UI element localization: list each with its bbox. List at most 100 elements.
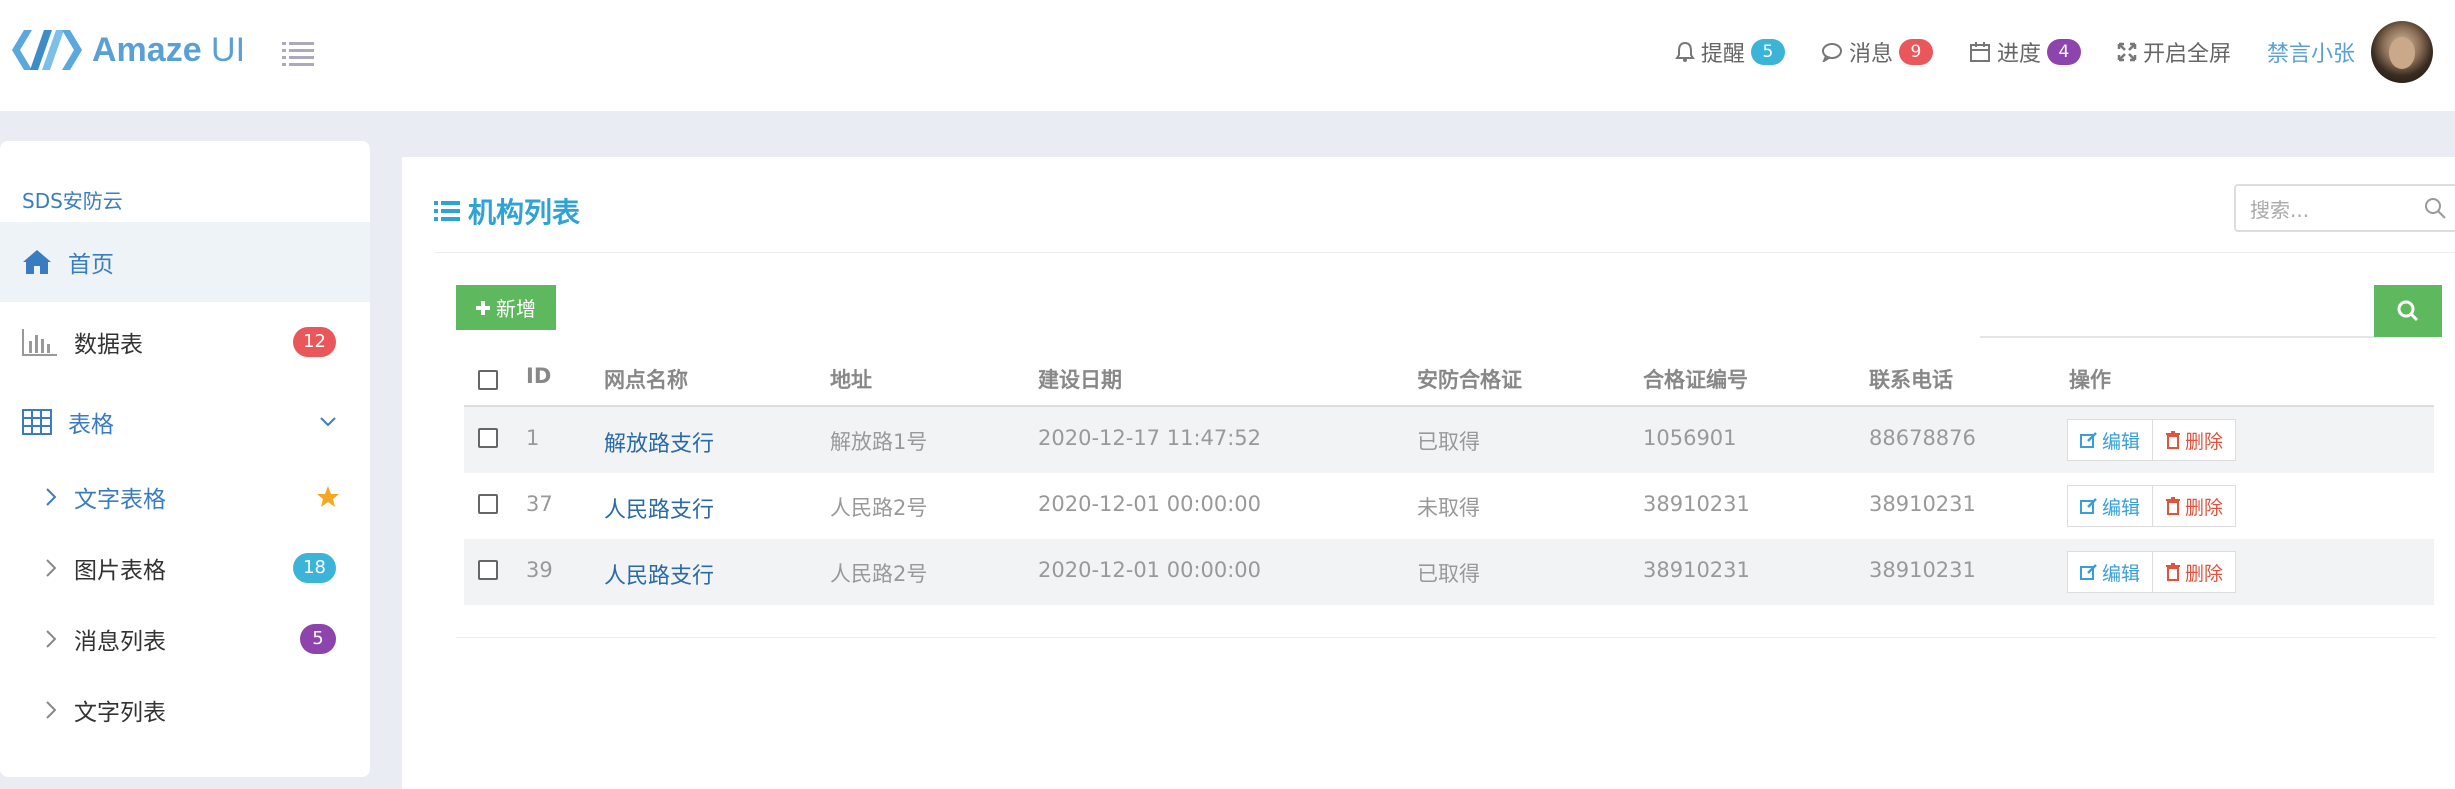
col-header-name[interactable]: 网点名称 bbox=[604, 364, 688, 394]
sidebar-item-image-table[interactable]: 图片表格 18 bbox=[0, 532, 370, 604]
chevron-right-icon bbox=[46, 630, 56, 648]
row-checkbox[interactable] bbox=[478, 494, 498, 514]
user-name[interactable]: 禁言小张 bbox=[2267, 36, 2355, 68]
reminders-badge: 5 bbox=[1750, 39, 1785, 65]
edit-label: 编辑 bbox=[2102, 496, 2141, 519]
edit-button[interactable]: 编辑 bbox=[2067, 485, 2154, 527]
chevron-down-icon bbox=[320, 417, 336, 427]
row-actions: 编辑 删除 bbox=[2067, 551, 2237, 593]
delete-button[interactable]: 删除 bbox=[2153, 485, 2237, 527]
sidebar-item-label: 表格 bbox=[68, 412, 114, 438]
avatar[interactable] bbox=[2371, 21, 2433, 83]
sidebar-item-label: 文字列表 bbox=[74, 700, 166, 726]
cell-name-link[interactable]: 解放路支行 bbox=[604, 426, 714, 458]
calendar-icon bbox=[1969, 42, 1990, 62]
row-actions: 编辑 删除 bbox=[2067, 419, 2237, 461]
star-icon bbox=[317, 486, 339, 507]
nav-fullscreen[interactable]: 开启全屏 bbox=[2117, 36, 2231, 68]
top-search-input[interactable]: 搜索... bbox=[2234, 184, 2455, 232]
messages-badge: 9 bbox=[1898, 39, 1933, 65]
table-row: 37 人民路支行 人民路2号 2020-12-01 00:00:00 未取得 3… bbox=[464, 473, 2434, 539]
page-title-text: 机构列表 bbox=[468, 196, 581, 229]
nav-fullscreen-label: 开启全屏 bbox=[2142, 42, 2231, 67]
page-title: 机构列表 bbox=[434, 191, 580, 231]
nav-progress[interactable]: 进度 4 bbox=[1969, 36, 2081, 68]
cell-cert-no: 38910231 bbox=[1643, 558, 1750, 582]
app-logo[interactable]: Amaze UI bbox=[12, 26, 245, 74]
cell-name-link[interactable]: 人民路支行 bbox=[604, 492, 714, 524]
sidebar-item-label: 消息列表 bbox=[74, 629, 166, 655]
amaze-logo-icon bbox=[12, 30, 82, 70]
trash-icon bbox=[2166, 563, 2181, 581]
search-icon bbox=[2397, 300, 2419, 322]
select-all-checkbox[interactable] bbox=[478, 370, 498, 390]
cell-phone: 38910231 bbox=[1869, 558, 1976, 582]
cell-phone: 38910231 bbox=[1869, 492, 1976, 516]
add-button[interactable]: 新增 bbox=[456, 285, 556, 330]
cell-name-link[interactable]: 人民路支行 bbox=[604, 558, 714, 590]
cell-date: 2020-12-17 11:47:52 bbox=[1038, 426, 1262, 450]
delete-label: 删除 bbox=[2185, 496, 2224, 519]
message-list-badge: 5 bbox=[300, 624, 336, 654]
edit-button[interactable]: 编辑 bbox=[2067, 419, 2154, 461]
col-header-id[interactable]: ID bbox=[526, 364, 551, 388]
table-row: 39 人民路支行 人民路2号 2020-12-01 00:00:00 已取得 3… bbox=[464, 539, 2434, 605]
home-icon bbox=[23, 250, 51, 274]
bar-chart-icon bbox=[22, 329, 57, 356]
datatable-badge: 12 bbox=[293, 327, 336, 357]
table-search-input[interactable] bbox=[1980, 336, 2376, 338]
menu-toggle-icon[interactable] bbox=[282, 40, 314, 66]
row-actions: 编辑 删除 bbox=[2067, 485, 2237, 527]
sidebar-item-label: 数据表 bbox=[74, 332, 143, 358]
nav-messages-label: 消息 bbox=[1848, 42, 1893, 67]
sidebar-title: SDS安防云 bbox=[22, 189, 123, 213]
cell-id: 37 bbox=[526, 492, 553, 516]
trash-icon bbox=[2166, 497, 2181, 515]
sidebar-item-datatable[interactable]: 数据表 12 bbox=[0, 302, 370, 382]
cell-id: 39 bbox=[526, 558, 553, 582]
image-table-badge: 18 bbox=[293, 553, 336, 583]
sidebar-item-text-table[interactable]: 文字表格 bbox=[0, 462, 370, 532]
col-header-cert-no[interactable]: 合格证编号 bbox=[1643, 364, 1748, 394]
table-row: 1 解放路支行 解放路1号 2020-12-17 11:47:52 已取得 10… bbox=[464, 407, 2434, 473]
comment-icon bbox=[1821, 43, 1842, 62]
cell-cert-no: 1056901 bbox=[1643, 426, 1737, 450]
trash-icon bbox=[2166, 431, 2181, 449]
sidebar-item-tables[interactable]: 表格 bbox=[0, 382, 370, 462]
nav-messages[interactable]: 消息 9 bbox=[1821, 36, 1933, 68]
edit-icon bbox=[2080, 564, 2097, 580]
delete-button[interactable]: 删除 bbox=[2153, 551, 2237, 593]
sidebar-item-text-list[interactable]: 文字列表 bbox=[0, 674, 370, 746]
delete-label: 删除 bbox=[2185, 430, 2224, 453]
col-header-cert[interactable]: 安防合格证 bbox=[1417, 364, 1522, 394]
top-header: Amaze UI 提醒 5 消息 9 进度 4 开启全屏 禁言小张 bbox=[0, 0, 2455, 111]
edit-button[interactable]: 编辑 bbox=[2067, 551, 2154, 593]
delete-button[interactable]: 删除 bbox=[2153, 419, 2237, 461]
logo-text: Amaze UI bbox=[92, 30, 246, 69]
edit-icon bbox=[2080, 498, 2097, 514]
delete-label: 删除 bbox=[2185, 562, 2224, 585]
bell-icon bbox=[1675, 41, 1695, 62]
cell-phone: 88678876 bbox=[1869, 426, 1976, 450]
sidebar-item-message-list[interactable]: 消息列表 5 bbox=[0, 604, 370, 674]
expand-icon bbox=[2117, 42, 2137, 62]
edit-label: 编辑 bbox=[2102, 430, 2141, 453]
col-header-date[interactable]: 建设日期 bbox=[1038, 364, 1122, 394]
nav-reminders[interactable]: 提醒 5 bbox=[1675, 36, 1785, 68]
sidebar-item-home[interactable]: 首页 bbox=[0, 222, 370, 302]
col-header-phone[interactable]: 联系电话 bbox=[1869, 364, 1953, 394]
progress-badge: 4 bbox=[2046, 39, 2081, 65]
table-search-button[interactable] bbox=[2374, 285, 2442, 337]
cell-cert: 已取得 bbox=[1417, 430, 1480, 454]
sidebar-item-label: 首页 bbox=[68, 252, 114, 278]
sidebar-item-label: 文字表格 bbox=[74, 487, 166, 513]
search-icon[interactable] bbox=[2424, 197, 2446, 219]
edit-icon bbox=[2080, 432, 2097, 448]
row-checkbox[interactable] bbox=[478, 428, 498, 448]
cell-date: 2020-12-01 00:00:00 bbox=[1038, 492, 1262, 516]
col-header-address[interactable]: 地址 bbox=[830, 364, 872, 394]
row-checkbox[interactable] bbox=[478, 560, 498, 580]
table-bottom-divider bbox=[456, 637, 2436, 638]
nav-progress-label: 进度 bbox=[1996, 42, 2041, 67]
cell-cert-no: 38910231 bbox=[1643, 492, 1750, 516]
